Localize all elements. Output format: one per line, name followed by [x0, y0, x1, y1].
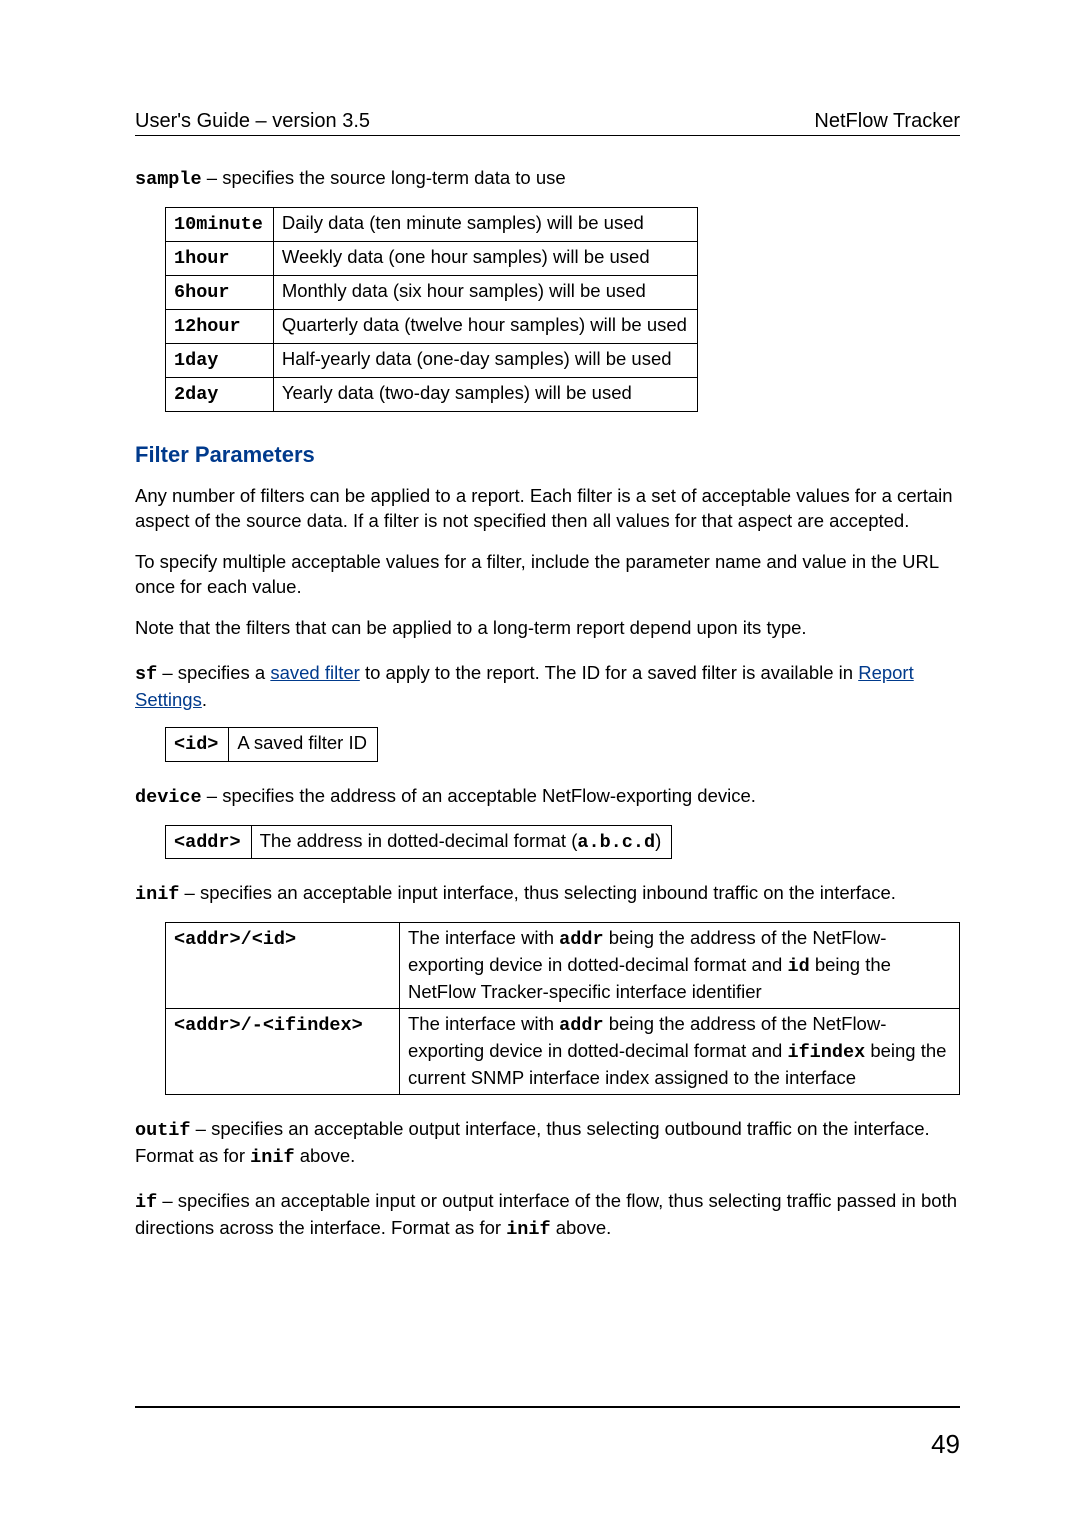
table-row: <addr> The address in dotted-decimal for…: [166, 825, 672, 859]
device-desc: The address in dotted-decimal format (a.…: [251, 825, 672, 859]
sample-desc: Daily data (ten minute samples) will be …: [273, 207, 697, 241]
table-row: <addr>/<id> The interface with addr bein…: [166, 923, 960, 1009]
sample-key: 6hour: [174, 282, 230, 303]
sample-param: sample – specifies the source long-term …: [135, 166, 960, 193]
page-number: 49: [931, 1429, 960, 1460]
footer-rule: [135, 1406, 960, 1408]
table-row: <addr>/-<ifindex> The interface with add…: [166, 1009, 960, 1095]
table-row: 6hour Monthly data (six hour samples) wi…: [166, 275, 698, 309]
if-param: if – specifies an acceptable input or ou…: [135, 1189, 960, 1243]
header-left: User's Guide – version 3.5: [135, 110, 370, 133]
sf-desc: A saved filter ID: [229, 727, 378, 761]
inif-desc: The interface with addr being the addres…: [400, 923, 960, 1009]
device-key: <addr>: [174, 832, 241, 853]
intro-paragraph: Note that the filters that can be applie…: [135, 616, 960, 641]
intro-paragraph: To specify multiple acceptable values fo…: [135, 550, 960, 600]
sample-desc: Yearly data (two-day samples) will be us…: [273, 377, 697, 411]
sample-key: 12hour: [174, 316, 241, 337]
sample-key: 1day: [174, 350, 218, 371]
inif-key: <addr>/-<ifindex>: [174, 1015, 363, 1036]
device-table: <addr> The address in dotted-decimal for…: [165, 825, 672, 860]
page-header: User's Guide – version 3.5 NetFlow Track…: [135, 110, 960, 136]
inif-key: <addr>/<id>: [174, 929, 296, 950]
intro-paragraph: Any number of filters can be applied to …: [135, 484, 960, 534]
sf-key: <id>: [174, 734, 218, 755]
sample-key: 10minute: [174, 214, 263, 235]
outif-param: outif – specifies an acceptable output i…: [135, 1117, 960, 1171]
sample-desc: Weekly data (one hour samples) will be u…: [273, 241, 697, 275]
param-name: inif: [135, 884, 179, 905]
sample-desc: Quarterly data (twelve hour samples) wil…: [273, 309, 697, 343]
device-param: device – specifies the address of an acc…: [135, 784, 960, 811]
table-row: 2day Yearly data (two-day samples) will …: [166, 377, 698, 411]
table-row: 1day Half-yearly data (one-day samples) …: [166, 343, 698, 377]
param-name: device: [135, 787, 202, 808]
inif-desc: The interface with addr being the addres…: [400, 1009, 960, 1095]
table-row: 12hour Quarterly data (twelve hour sampl…: [166, 309, 698, 343]
param-name: sample: [135, 169, 202, 190]
sample-desc: Monthly data (six hour samples) will be …: [273, 275, 697, 309]
table-row: 10minute Daily data (ten minute samples)…: [166, 207, 698, 241]
inif-table: <addr>/<id> The interface with addr bein…: [165, 922, 960, 1095]
param-name: if: [135, 1192, 157, 1213]
param-name: outif: [135, 1120, 191, 1141]
sample-key: 1hour: [174, 248, 230, 269]
sf-table: <id> A saved filter ID: [165, 727, 378, 762]
sf-param: sf – specifies a saved filter to apply t…: [135, 661, 960, 713]
section-heading: Filter Parameters: [135, 442, 960, 468]
saved-filter-link[interactable]: saved filter: [270, 662, 359, 683]
table-row: 1hour Weekly data (one hour samples) wil…: [166, 241, 698, 275]
sample-key: 2day: [174, 384, 218, 405]
table-row: <id> A saved filter ID: [166, 727, 378, 761]
sample-desc: Half-yearly data (one-day samples) will …: [273, 343, 697, 377]
header-right: NetFlow Tracker: [814, 110, 960, 133]
sample-table: 10minute Daily data (ten minute samples)…: [165, 207, 698, 412]
inif-param: inif – specifies an acceptable input int…: [135, 881, 960, 908]
param-name: sf: [135, 664, 157, 685]
